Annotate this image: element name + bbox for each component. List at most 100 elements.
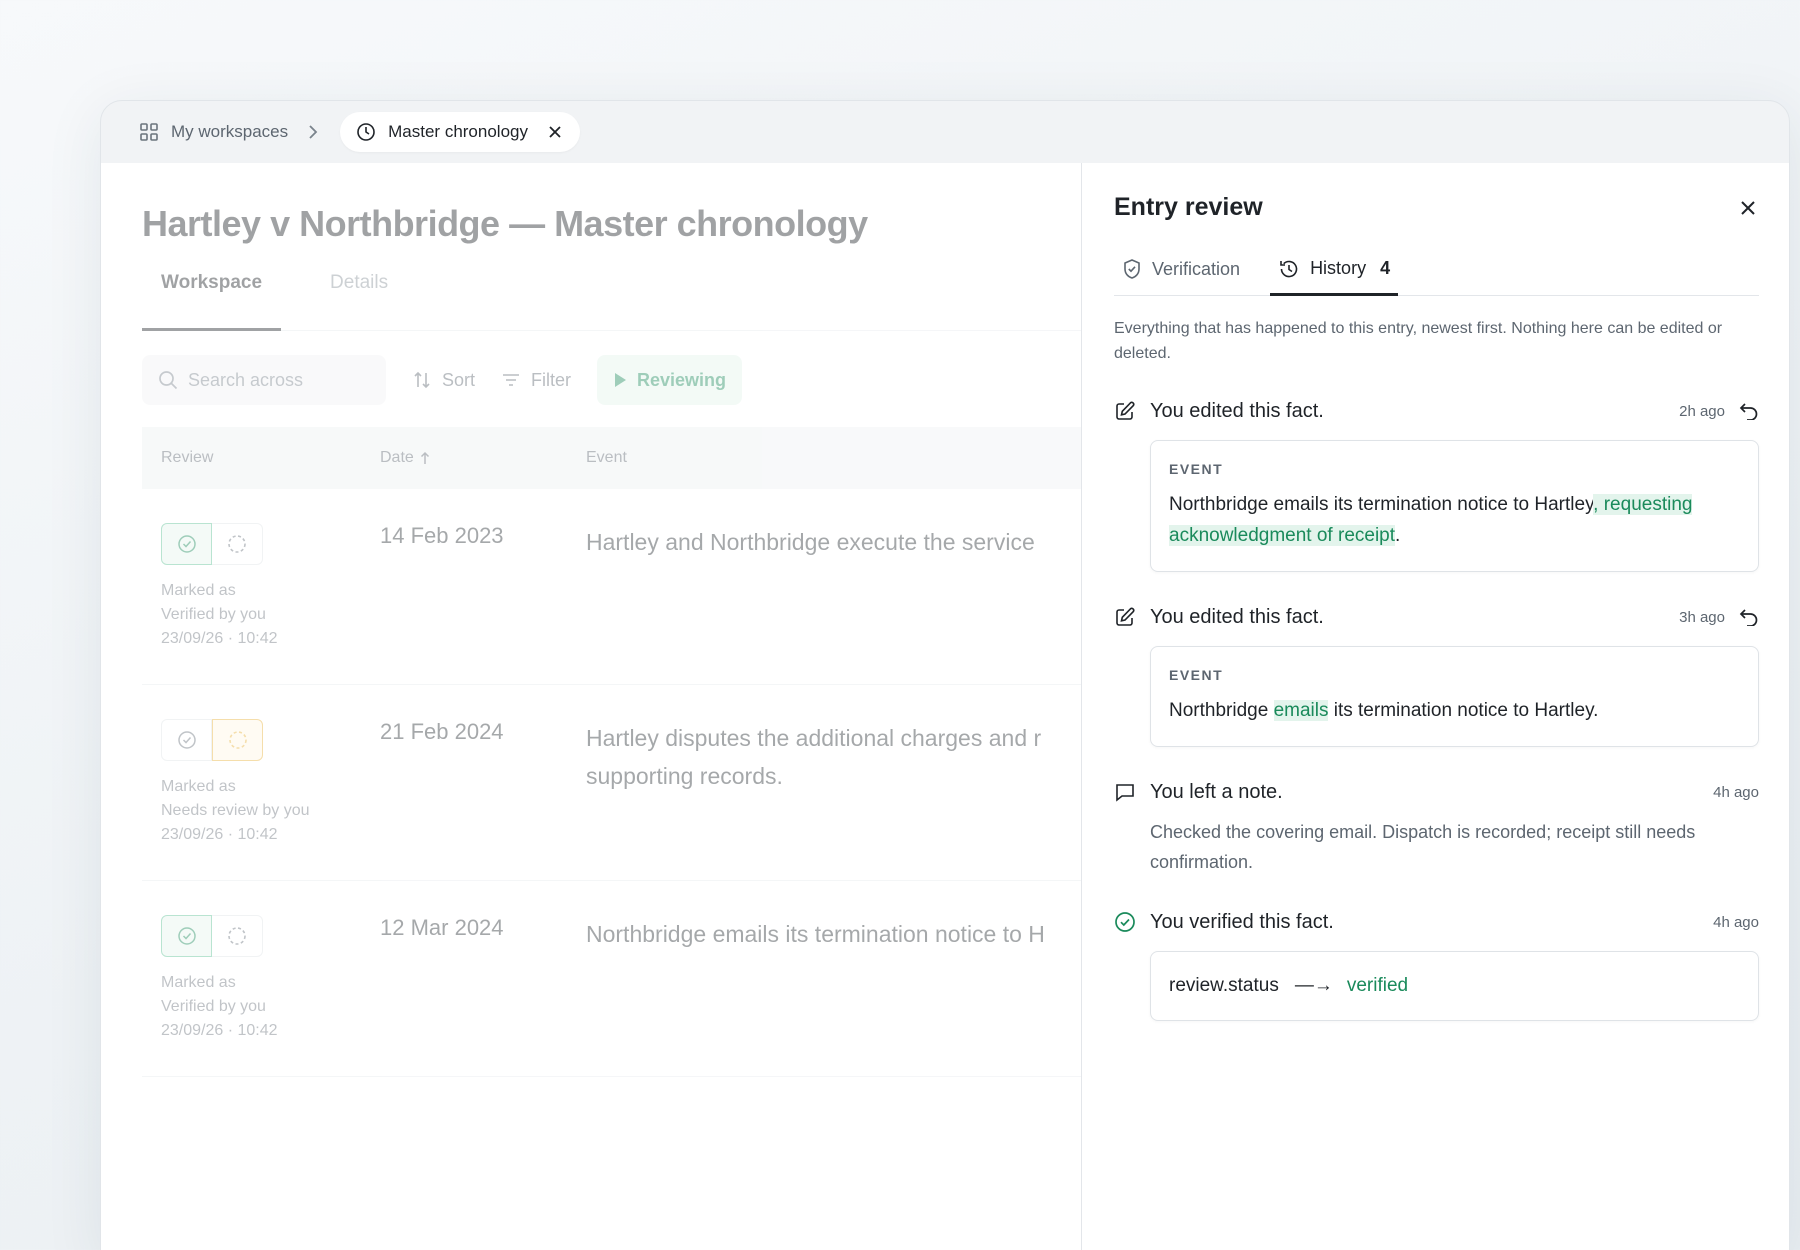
date-cell: 14 Feb 2023 (380, 523, 504, 548)
check-circle-icon (177, 731, 196, 749)
tab-label: Master chronology (388, 122, 528, 141)
undo-icon[interactable] (1739, 402, 1759, 420)
review-toggle (161, 719, 263, 761)
status-field: review.status (1169, 975, 1279, 996)
comment-icon (1114, 781, 1138, 803)
breadcrumb: My workspaces Master chronology (101, 101, 1789, 163)
marked-line: Marked as (161, 582, 236, 599)
page-title: Hartley v Northbridge — Master chronolog… (142, 203, 868, 244)
verify-toggle-button[interactable] (161, 915, 212, 957)
history-item-title: You edited this fact. (1150, 399, 1324, 422)
search-input[interactable]: Search across (142, 355, 386, 405)
tab-history[interactable]: History 4 (1270, 244, 1399, 296)
tab-master-chronology[interactable]: Master chronology (340, 112, 580, 152)
card-label: EVENT (1169, 461, 1224, 477)
close-icon[interactable] (1739, 199, 1757, 217)
review-toggle (161, 915, 263, 957)
undo-icon[interactable] (1739, 608, 1759, 626)
history-icon (1278, 258, 1300, 280)
review-cell: Marked as Needs review by you 23/09/26 ·… (142, 719, 380, 880)
tab-verification[interactable]: Verification (1114, 244, 1248, 294)
check-circle-icon (1114, 911, 1138, 933)
column-header-date-label: Date (380, 449, 414, 466)
main-tabs: Workspace Details (142, 273, 1081, 331)
tab-workspace[interactable]: Workspace (142, 273, 282, 331)
filter-icon (501, 370, 521, 390)
table-row[interactable]: Marked as Verified by you 23/09/26 · 10:… (142, 881, 1081, 1077)
review-cell: Marked as Verified by you 23/09/26 · 10:… (142, 523, 380, 684)
dashed-circle-icon (228, 927, 246, 945)
tab-verification-label: Verification (1152, 258, 1241, 279)
filter-label: Filter (531, 369, 572, 390)
filter-button[interactable]: Filter (501, 370, 571, 391)
search-placeholder: Search across (188, 369, 304, 390)
column-header-review[interactable]: Review (142, 449, 380, 467)
history-item-time: 2h ago (1679, 402, 1725, 420)
review-cell: Marked as Verified by you 23/09/26 · 10:… (142, 915, 380, 1076)
event-text: Northbridge emails its termination notic… (1169, 489, 1740, 551)
check-circle-icon (177, 927, 196, 945)
history-intro: Everything that has happened to this ent… (1114, 320, 1723, 362)
history-item-title: You edited this fact. (1150, 605, 1324, 628)
history-item: You verified this fact. 4h ago review.st… (1114, 907, 1759, 1021)
event-text-added: emails (1273, 700, 1329, 721)
event-text-unchanged: Northbridge emails its termination notic… (1169, 494, 1594, 515)
needs-review-toggle-button[interactable] (212, 915, 263, 957)
column-header-date[interactable]: Date (380, 449, 586, 467)
sort-button[interactable]: Sort (412, 370, 475, 391)
toolbar: Search across Sort Filter Reviewing (142, 355, 1081, 405)
panel-tabs: Verification History 4 (1114, 244, 1759, 296)
dashed-circle-icon (228, 535, 246, 553)
needs-review-toggle-button[interactable] (212, 719, 263, 761)
sort-label: Sort (442, 369, 476, 390)
check-circle-icon (177, 535, 196, 553)
card-label: EVENT (1169, 667, 1224, 683)
history-item-time: 4h ago (1713, 913, 1759, 931)
grid-icon (139, 122, 159, 142)
reviewing-button[interactable]: Reviewing (597, 355, 743, 405)
event-cell[interactable]: Northbridge emails its termination notic… (586, 915, 1081, 1076)
event-text-unchanged: Northbridge (1169, 700, 1274, 721)
tab-details[interactable]: Details (311, 273, 407, 331)
event-cell[interactable]: Hartley and Northbridge execute the serv… (586, 523, 1081, 684)
marked-line: 23/09/26 · 10:42 (161, 1022, 278, 1039)
needs-review-toggle-button[interactable] (212, 523, 263, 565)
review-status-text: Marked as Verified by you 23/09/26 · 10:… (161, 971, 380, 1043)
entry-review-panel: Entry review Verification History 4 Ever… (1081, 163, 1789, 1250)
event-cell[interactable]: Hartley disputes the additional charges … (586, 719, 1081, 880)
note-text: Checked the covering email. Dispatch is … (1150, 822, 1696, 872)
marked-line: Verified by you (161, 606, 266, 623)
table-row[interactable]: Marked as Needs review by you 23/09/26 ·… (142, 685, 1081, 881)
table-row[interactable]: Marked as Verified by you 23/09/26 · 10:… (142, 489, 1081, 685)
sort-icon (412, 370, 432, 390)
date-cell: 21 Feb 2024 (380, 719, 504, 744)
main-content: Hartley v Northbridge — Master chronolog… (101, 163, 1081, 1250)
marked-line: Verified by you (161, 998, 266, 1015)
search-icon (158, 370, 178, 390)
reviewing-label: Reviewing (637, 369, 727, 390)
verify-toggle-button[interactable] (161, 719, 212, 761)
dashed-circle-icon (228, 731, 247, 749)
history-count-badge: 4 (1380, 258, 1391, 278)
arrow-right-icon: —→ (1294, 975, 1333, 996)
column-header-event[interactable]: Event (586, 449, 1081, 467)
breadcrumb-root-label: My workspaces (171, 122, 289, 141)
close-tab-icon[interactable] (548, 125, 562, 139)
marked-line: 23/09/26 · 10:42 (161, 826, 278, 843)
review-status-text: Marked as Needs review by you 23/09/26 ·… (161, 775, 380, 847)
clock-icon (356, 122, 376, 142)
edit-icon (1114, 606, 1138, 628)
play-icon (613, 372, 627, 388)
panel-title: Entry review (1114, 193, 1263, 221)
date-cell: 12 Mar 2024 (380, 915, 504, 940)
review-toggle (161, 523, 263, 565)
history-item: You edited this fact. 3h ago EVENT North… (1114, 602, 1759, 747)
edit-icon (1114, 400, 1138, 422)
history-item-time: 4h ago (1713, 783, 1759, 801)
history-item: You left a note. 4h ago Checked the cove… (1114, 777, 1759, 877)
history-item: You edited this fact. 2h ago EVENT North… (1114, 396, 1759, 572)
history-item-time: 3h ago (1679, 608, 1725, 626)
verify-toggle-button[interactable] (161, 523, 212, 565)
event-text: Northbridge emails its termination notic… (1169, 695, 1740, 726)
breadcrumb-my-workspaces[interactable]: My workspaces (139, 122, 288, 142)
